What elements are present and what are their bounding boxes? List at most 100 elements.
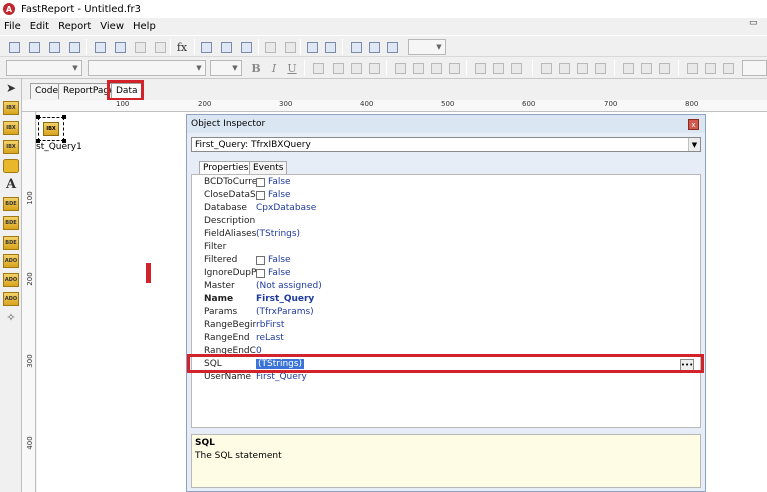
- property-row[interactable]: RangeBegin rbFirst: [192, 320, 700, 333]
- close-icon[interactable]: x: [688, 119, 699, 130]
- group-icon[interactable]: [304, 39, 320, 55]
- ibx-query-icon[interactable]: IBX: [3, 140, 19, 154]
- ungroup-icon[interactable]: [322, 39, 338, 55]
- align-center-icon[interactable]: [410, 60, 426, 76]
- select-tool-icon[interactable]: ➤: [3, 81, 19, 95]
- frame-none-icon[interactable]: [638, 60, 654, 76]
- shadow-icon[interactable]: [656, 60, 672, 76]
- frame-style-icon[interactable]: [720, 60, 736, 76]
- checkbox[interactable]: [256, 190, 265, 200]
- italic-icon[interactable]: I: [266, 60, 282, 76]
- align-left-icon[interactable]: [392, 60, 408, 76]
- font-settings-icon[interactable]: [310, 60, 326, 76]
- property-row[interactable]: CloseDataSource False: [192, 190, 700, 203]
- font-color-icon[interactable]: [330, 60, 346, 76]
- property-row[interactable]: Filtered False: [192, 255, 700, 268]
- menu-edit[interactable]: Edit: [30, 21, 49, 32]
- variables-icon[interactable]: fx: [174, 39, 190, 55]
- new-dialog-icon[interactable]: [112, 39, 128, 55]
- frame-bottom-icon[interactable]: [556, 60, 572, 76]
- save-icon[interactable]: [46, 39, 62, 55]
- property-row[interactable]: FieldAliases (TStrings): [192, 229, 700, 242]
- property-row[interactable]: Filter: [192, 242, 700, 255]
- text-tool-icon[interactable]: A: [3, 177, 19, 192]
- copy-icon[interactable]: [218, 39, 234, 55]
- underline-icon[interactable]: U: [284, 60, 300, 76]
- align-right-icon[interactable]: [428, 60, 444, 76]
- property-row[interactable]: Name First_Query: [192, 294, 700, 307]
- inspector-title: Object Inspector: [187, 115, 705, 133]
- menu-help[interactable]: Help: [133, 21, 156, 32]
- property-row[interactable]: RangeEnd reLast: [192, 333, 700, 346]
- checkbox[interactable]: [256, 255, 265, 265]
- rotate-text-icon[interactable]: [366, 60, 382, 76]
- frame-right-icon[interactable]: [592, 60, 608, 76]
- ibx-table-icon[interactable]: IBX: [3, 121, 19, 135]
- valign-bottom-icon[interactable]: [508, 60, 524, 76]
- frame-left-icon[interactable]: [574, 60, 590, 76]
- wizard-icon[interactable]: ✧: [3, 310, 19, 324]
- property-row[interactable]: Master (Not assigned): [192, 281, 700, 294]
- chevron-down-icon: ▼: [232, 64, 238, 72]
- property-row[interactable]: Params (TfrxParams): [192, 307, 700, 320]
- preview-icon[interactable]: [66, 39, 82, 55]
- show-grid-icon[interactable]: [348, 39, 364, 55]
- checkbox[interactable]: [256, 268, 265, 278]
- tab-events[interactable]: Events: [249, 161, 288, 174]
- property-row[interactable]: UserName First_Query: [192, 372, 700, 385]
- checkbox[interactable]: [256, 177, 265, 187]
- tab-properties[interactable]: Properties: [199, 161, 253, 174]
- toolbar-separator: [258, 39, 259, 55]
- frame-top-icon[interactable]: [538, 60, 554, 76]
- bde-query-icon[interactable]: BDE: [3, 236, 19, 250]
- highlight-icon[interactable]: [348, 60, 364, 76]
- frame-all-icon[interactable]: [620, 60, 636, 76]
- selection-handle[interactable]: [36, 115, 40, 119]
- property-row[interactable]: BCDToCurrency False: [192, 177, 700, 190]
- open-icon[interactable]: [26, 39, 42, 55]
- undo-icon[interactable]: [262, 39, 278, 55]
- property-row[interactable]: IgnoreDupParams False: [192, 268, 700, 281]
- delete-page-icon[interactable]: [132, 39, 148, 55]
- database-icon[interactable]: [3, 159, 19, 173]
- query-component[interactable]: IBX: [38, 117, 64, 141]
- selection-handle[interactable]: [62, 115, 66, 119]
- new-report-icon[interactable]: [6, 39, 22, 55]
- align-to-grid-icon[interactable]: [366, 39, 382, 55]
- menu-report[interactable]: Report: [58, 21, 91, 32]
- property-value-text: False: [268, 190, 291, 200]
- chevron-down-icon[interactable]: ▼: [688, 138, 700, 151]
- toolbar-separator: [86, 39, 87, 55]
- fill-color-icon[interactable]: [684, 60, 700, 76]
- font-size-select[interactable]: ▼: [210, 60, 242, 76]
- property-row[interactable]: Database CpxDatabase: [192, 203, 700, 216]
- ruler-label: 400: [360, 100, 374, 108]
- new-page-icon[interactable]: [92, 39, 108, 55]
- font-name-select[interactable]: ▼: [88, 60, 206, 76]
- fit-to-grid-icon[interactable]: [384, 39, 400, 55]
- frame-width-select[interactable]: [742, 60, 767, 76]
- property-value: (TfrxParams): [256, 307, 314, 317]
- valign-center-icon[interactable]: [490, 60, 506, 76]
- ado-table-icon[interactable]: ADO: [3, 273, 19, 287]
- bold-icon[interactable]: B: [248, 60, 264, 76]
- ado-query-icon[interactable]: ADO: [3, 292, 19, 306]
- menu-view[interactable]: View: [100, 21, 124, 32]
- page-settings-icon[interactable]: [152, 39, 168, 55]
- property-row[interactable]: Description: [192, 216, 700, 229]
- align-justify-icon[interactable]: [446, 60, 462, 76]
- restore-window-icon[interactable]: ▭: [749, 18, 763, 32]
- paste-icon[interactable]: [238, 39, 254, 55]
- menu-file[interactable]: File: [4, 21, 21, 32]
- bde-table-icon[interactable]: BDE: [3, 216, 19, 230]
- cut-icon[interactable]: [198, 39, 214, 55]
- redo-icon[interactable]: [282, 39, 298, 55]
- ado-database-icon[interactable]: ADO: [3, 254, 19, 268]
- zoom-select[interactable]: ▼: [408, 39, 446, 55]
- style-select[interactable]: ▼: [6, 60, 82, 76]
- frame-color-icon[interactable]: [702, 60, 718, 76]
- ibx-database-icon[interactable]: IBX: [3, 101, 19, 115]
- valign-top-icon[interactable]: [472, 60, 488, 76]
- object-selector[interactable]: First_Query: TfrxIBXQuery ▼: [191, 137, 701, 152]
- bde-database-icon[interactable]: BDE: [3, 197, 19, 211]
